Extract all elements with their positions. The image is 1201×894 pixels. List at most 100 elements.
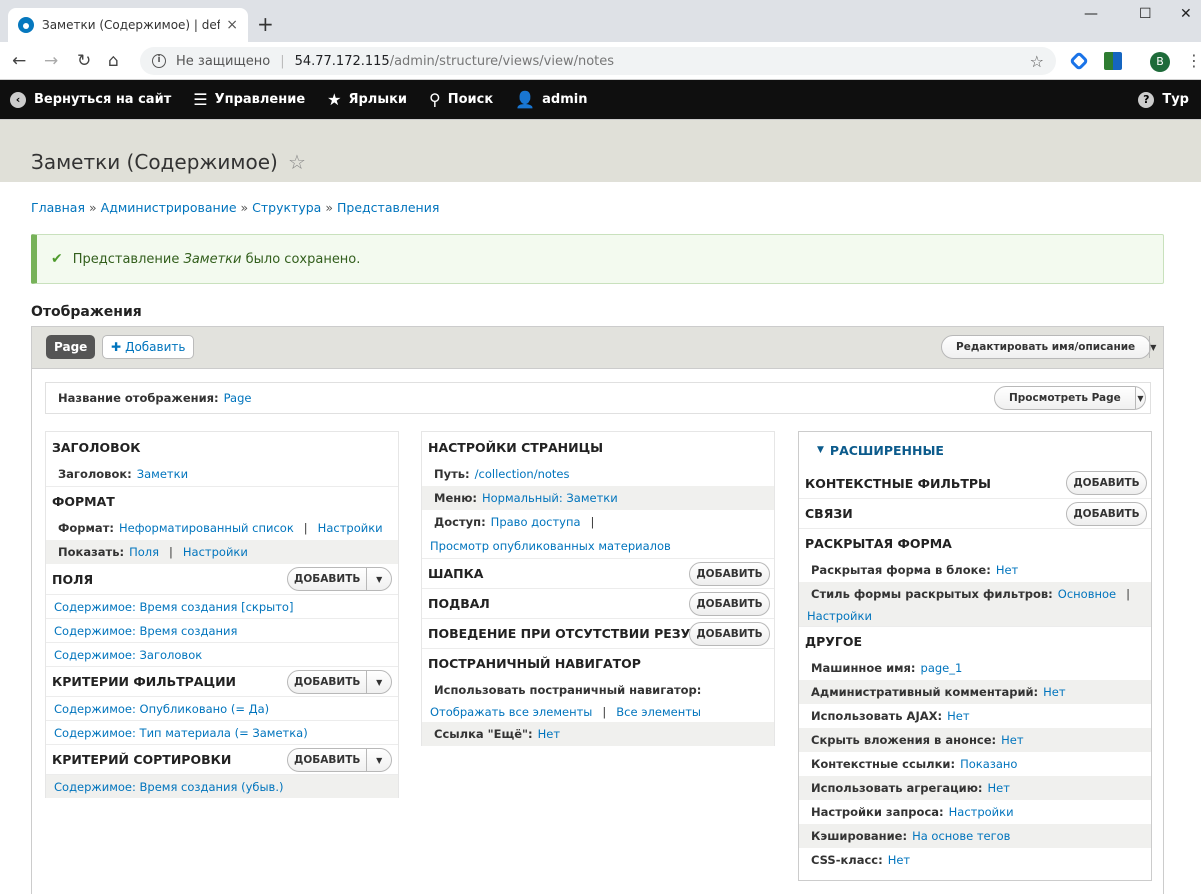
caching-row: Кэширование: На основе тегов: [799, 824, 1151, 848]
plus-icon: ✚: [111, 340, 122, 354]
info-icon[interactable]: i: [152, 54, 166, 68]
display-name-link[interactable]: Page: [224, 391, 252, 405]
extension-icon[interactable]: [1069, 51, 1089, 71]
shortcuts-menu[interactable]: ★ Ярлыки: [317, 80, 419, 119]
column-advanced: ▼ РАСШИРЕННЫЕ Контекстные фильтры Добавит…: [798, 431, 1152, 881]
add-display-label: Добавить: [125, 340, 186, 354]
edit-name-label: Редактировать имя/описание: [956, 341, 1136, 353]
show-link[interactable]: Поля: [129, 545, 159, 559]
user-menu[interactable]: 👤 admin: [505, 80, 599, 119]
message-view-name: Заметки: [183, 251, 242, 267]
pager-link[interactable]: Отображать все элементы: [430, 705, 592, 719]
pager-row-2: Отображать все элементы | Все элементы: [430, 705, 701, 719]
breadcrumb-home[interactable]: Главная: [31, 200, 85, 215]
access-row: Доступ: Право доступа |: [434, 515, 595, 529]
tab-close-icon[interactable]: ×: [226, 17, 238, 33]
maximize-icon[interactable]: ☐: [1139, 6, 1152, 22]
access-settings-link[interactable]: Просмотр опубликованных материалов: [430, 539, 671, 553]
bucket-header-title: Заголовок: [52, 439, 141, 455]
view-page-label: Просмотреть Page: [1009, 392, 1121, 404]
favorite-star-icon[interactable]: ☆: [288, 150, 306, 174]
forward-arrow-icon[interactable]: →: [44, 51, 58, 71]
page-title: Заметки (Содержимое): [31, 150, 278, 174]
star-icon: ★: [327, 90, 342, 109]
edit-name-dropbutton[interactable]: Редактировать имя/описание ▼: [941, 335, 1156, 359]
show-settings-link[interactable]: Настройки: [183, 545, 248, 559]
tour-button[interactable]: ? Тур: [1128, 80, 1201, 119]
format-link[interactable]: Неформатированный список: [119, 521, 294, 535]
manage-label: Управление: [214, 92, 306, 107]
bucket-fields-title: Поля Добавить ▼: [46, 564, 398, 594]
tab-title: Заметки (Содержимое) | default: [42, 18, 221, 32]
browser-menu-icon[interactable]: ⋮: [1186, 51, 1201, 70]
manage-menu[interactable]: ☰ Управление: [183, 80, 317, 119]
minimize-icon[interactable]: —: [1084, 6, 1098, 22]
close-window-icon[interactable]: ✕: [1180, 6, 1192, 22]
browser-address-bar: ← → ↻ ⌂ i Не защищено | 54.77.172.115 /a…: [0, 42, 1201, 80]
bucket-exposed-title: Раскрытая форма: [799, 528, 1151, 558]
home-icon[interactable]: ⌂: [108, 51, 119, 71]
breadcrumb-admin[interactable]: Администрирование: [101, 200, 237, 215]
new-tab-button[interactable]: +: [257, 12, 274, 36]
back-arrow-icon[interactable]: ←: [12, 51, 26, 71]
more-link[interactable]: Нет: [538, 727, 560, 741]
displays-panel: Page ✚ Добавить Редактировать имя/описани…: [31, 326, 1164, 894]
profile-avatar[interactable]: B: [1150, 52, 1170, 72]
reload-icon[interactable]: ↻: [77, 51, 91, 71]
more-row: Ссылка "Ещё": Нет: [422, 722, 774, 746]
chevron-down-icon[interactable]: ▼: [366, 568, 391, 590]
hide-attachments-row: Скрыть вложения в анонсе: Нет: [799, 728, 1151, 752]
chevron-down-icon[interactable]: ▼: [1149, 336, 1156, 358]
sort-add-dropbutton[interactable]: Добавить ▼: [287, 748, 392, 772]
admin-toolbar: ‹ Вернуться на сайт ☰ Управление ★ Ярлык…: [0, 80, 1201, 119]
back-to-site-label: Вернуться на сайт: [34, 92, 172, 107]
sort-item: Содержимое: Время создания (убыв.): [46, 774, 398, 798]
display-name-label: Название отображения:: [58, 391, 219, 405]
bucket-other-title: Другое: [799, 626, 1151, 656]
chevron-down-icon[interactable]: ▼: [366, 749, 391, 771]
header-add-button[interactable]: Добавить: [689, 562, 770, 586]
bookmark-star-icon[interactable]: ☆: [1030, 52, 1044, 71]
breadcrumb-views[interactable]: Представления: [337, 200, 439, 215]
url-host: 54.77.172.115: [294, 53, 390, 69]
exposed-style-row: Стиль формы раскрытых фильтров: Основное |: [799, 582, 1151, 606]
footer-add-button[interactable]: Добавить: [689, 592, 770, 616]
view-page-dropbutton[interactable]: Просмотреть Page ▼: [994, 386, 1146, 410]
breadcrumb-structure[interactable]: Структура: [252, 200, 321, 215]
pager-row: Использовать постраничный навигатор:: [434, 683, 702, 697]
pager-items-link[interactable]: Все элементы: [616, 705, 701, 719]
display-tab-page[interactable]: Page: [46, 335, 96, 359]
browser-tab-bar: Заметки (Содержимое) | default × + — ☐ ✕: [0, 0, 1201, 42]
add-display-button[interactable]: ✚ Добавить: [102, 335, 195, 359]
hamburger-icon: ☰: [193, 90, 208, 109]
triangle-down-icon: ▼: [817, 445, 824, 455]
header-link[interactable]: Заметки: [137, 467, 188, 481]
displays-heading: Отображения: [31, 304, 142, 320]
empty-add-button[interactable]: Добавить: [689, 622, 770, 646]
search-menu[interactable]: ⚲ Поиск: [419, 80, 505, 119]
bucket-pager-title: Постраничный навигатор: [422, 648, 774, 678]
access-link[interactable]: Право доступа: [491, 515, 581, 529]
chevron-down-icon[interactable]: ▼: [1134, 387, 1145, 409]
filter-item: Содержимое: Тип материала (= Заметка): [46, 720, 398, 744]
browser-tab[interactable]: Заметки (Содержимое) | default ×: [8, 8, 248, 42]
exposed-block-row: Раскрытая форма в блоке: Нет: [811, 563, 1019, 577]
filters-add-dropbutton[interactable]: Добавить ▼: [287, 670, 392, 694]
url-input[interactable]: i Не защищено | 54.77.172.115 /admin/str…: [140, 47, 1056, 75]
search-label: Поиск: [447, 92, 494, 107]
back-circle-icon: ‹: [10, 91, 26, 108]
bucket-footer-title: Подвал Добавить: [422, 588, 774, 618]
advanced-toggle[interactable]: ▼ РАСШИРЕННЫЕ: [799, 432, 1151, 468]
help-icon: ?: [1138, 91, 1155, 108]
fields-add-dropbutton[interactable]: Добавить ▼: [287, 567, 392, 591]
menu-link[interactable]: Нормальный: Заметки: [482, 491, 618, 505]
contextual-add-button[interactable]: Добавить: [1066, 471, 1147, 495]
format-settings-link[interactable]: Настройки: [318, 521, 383, 535]
back-to-site-link[interactable]: ‹ Вернуться на сайт: [0, 80, 183, 119]
relationships-add-button[interactable]: Добавить: [1066, 502, 1147, 526]
path-link[interactable]: /collection/notes: [475, 467, 570, 481]
chevron-down-icon[interactable]: ▼: [366, 671, 391, 693]
extension-icon-2[interactable]: [1104, 52, 1122, 70]
access-row-2: Просмотр опубликованных материалов: [422, 534, 774, 558]
filter-item: Содержимое: Опубликовано (= Да): [46, 696, 398, 720]
